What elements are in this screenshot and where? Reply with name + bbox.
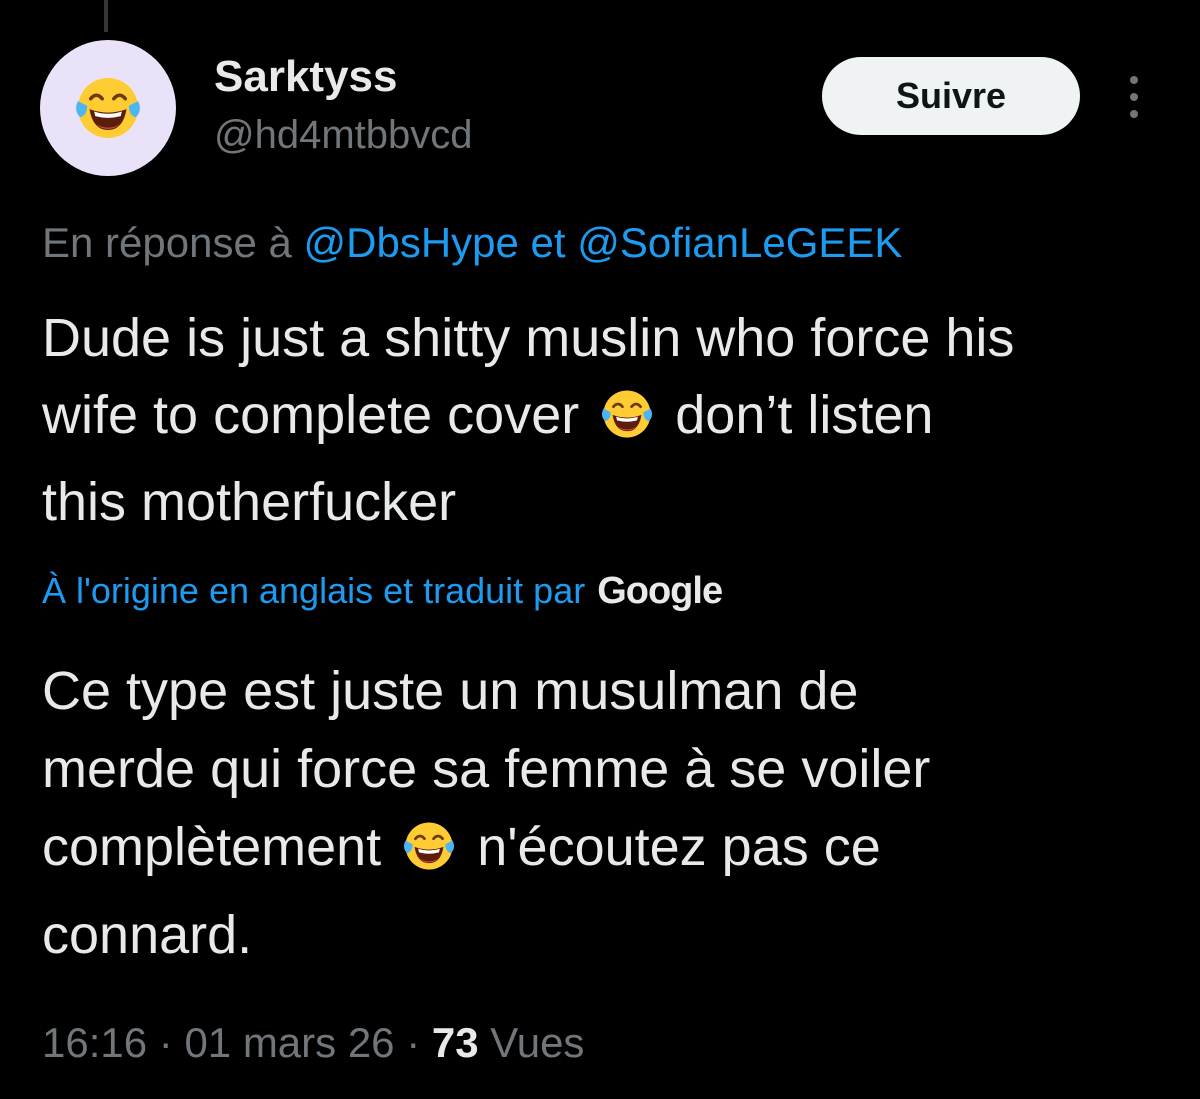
ellipsis-dot-icon (1130, 110, 1138, 118)
tweet-line: Dude is just a shitty muslin who force h… (42, 308, 1015, 368)
translated-line: connard. (42, 905, 253, 965)
ellipsis-dot-icon (1130, 93, 1138, 101)
meta-separator: · (394, 1019, 432, 1066)
tweet-line: wife to complete cover don’t listen (42, 377, 1172, 464)
tweet-original-text: Dude is just a shitty muslin who force h… (42, 300, 1172, 541)
mention-link-dbshype[interactable]: @DbsHype (304, 219, 519, 266)
tweet-time[interactable]: 16:16 (42, 1019, 147, 1066)
avatar[interactable] (40, 40, 176, 176)
translation-note-text[interactable]: À l'origine en anglais et traduit par (42, 564, 585, 618)
tweet-date[interactable]: 01 mars 26 (184, 1019, 394, 1066)
tweet-line: this motherfucker (42, 472, 457, 532)
tweet-text-segment: wife to complete cover (42, 385, 580, 445)
author-block[interactable]: Sarktyss @hd4mtbbvcd (214, 50, 473, 160)
google-logo: Google (597, 570, 723, 612)
tweet-metadata: 16:16 · 01 mars 26 · 73 Vues (42, 1014, 584, 1072)
translated-line: merde qui force sa femme à se voiler (42, 739, 931, 799)
laughing-tears-emoji-icon (76, 77, 140, 139)
thread-connector-line (104, 0, 108, 32)
ellipsis-dot-icon (1130, 76, 1138, 84)
tweet-translated-text: Ce type est juste un musulman de merde q… (42, 652, 1172, 974)
reply-context: En réponse à @DbsHype et @SofianLeGEEK (42, 216, 902, 270)
views-count[interactable]: 73 (432, 1019, 479, 1066)
translation-attribution[interactable]: À l'origine en anglais et traduit par Go… (42, 564, 723, 618)
reply-joiner: et (518, 219, 578, 266)
reply-prefix: En réponse à (42, 219, 304, 266)
translated-text-segment: complètement (42, 817, 382, 877)
translated-line: complètement n'écoutez pas ce (42, 808, 1172, 896)
mention-link-sofianlegeek[interactable]: @SofianLeGEEK (577, 219, 902, 266)
tweet-text-segment: don’t listen (675, 385, 934, 445)
meta-separator: · (147, 1019, 185, 1066)
more-options-button[interactable] (1118, 72, 1150, 122)
display-name[interactable]: Sarktyss (214, 50, 473, 104)
follow-button[interactable]: Suivre (822, 57, 1080, 135)
user-handle[interactable]: @hd4mtbbvcd (214, 110, 473, 160)
translated-text-segment: n'écoutez pas ce (477, 817, 881, 877)
laughing-tears-emoji-icon (598, 385, 656, 464)
translated-line: Ce type est juste un musulman de (42, 661, 859, 721)
views-label[interactable]: Vues (479, 1019, 584, 1066)
laughing-tears-emoji-icon (400, 817, 458, 896)
